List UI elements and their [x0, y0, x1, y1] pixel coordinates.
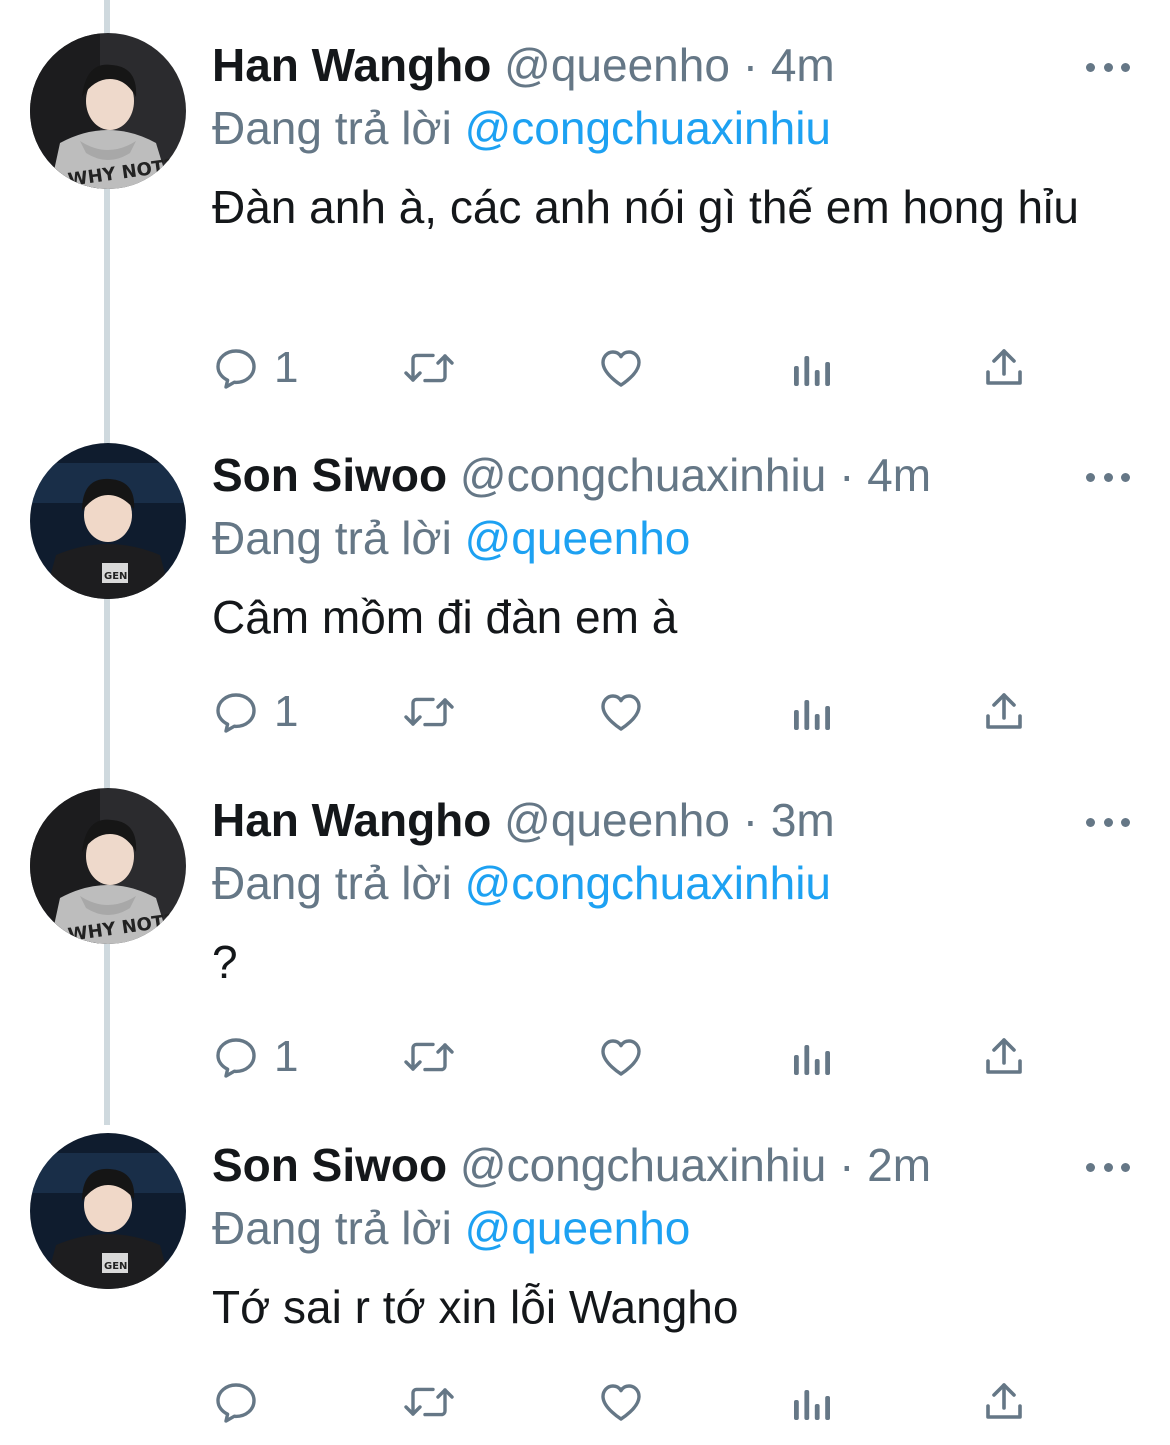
replying-mention[interactable]: @queenho — [465, 1202, 691, 1254]
share-icon — [986, 1383, 1022, 1419]
reply-button[interactable]: 1 — [212, 338, 298, 398]
share-icon — [986, 349, 1022, 385]
display-name[interactable]: Han Wangho — [212, 39, 491, 91]
replying-prefix: Đang trả lời — [212, 1202, 452, 1254]
retweet-icon — [404, 1042, 454, 1072]
share-button[interactable] — [980, 682, 1028, 742]
avatar[interactable]: GEN — [30, 1133, 186, 1289]
views-icon — [794, 356, 830, 386]
more-icon[interactable] — [1086, 815, 1130, 829]
reply-button[interactable]: 1 — [212, 1027, 298, 1087]
retweet-button[interactable] — [400, 682, 458, 742]
more-icon[interactable] — [1086, 60, 1130, 74]
retweet-icon — [404, 1387, 454, 1417]
like-icon — [601, 1384, 641, 1421]
tweet-text: Câm mồm đi đàn em à — [212, 591, 678, 643]
avatar[interactable]: GEN — [30, 443, 186, 599]
views-icon — [794, 700, 830, 730]
tweet-header: Son Siwoo @congchuaxinhiu · 2m — [212, 1136, 931, 1194]
user-handle[interactable]: @queenho — [504, 794, 730, 846]
reply-icon — [216, 1038, 256, 1078]
display-name[interactable]: Son Siwoo — [212, 449, 447, 501]
reply-icon — [216, 349, 256, 389]
separator-dot: · — [839, 1139, 855, 1191]
replying-prefix: Đang trả lời — [212, 857, 452, 909]
replying-to: Đang trả lời @queenho — [212, 508, 690, 568]
views-button[interactable] — [790, 1027, 834, 1087]
timestamp[interactable]: 2m — [867, 1139, 931, 1191]
tweet-header: Han Wangho @queenho · 4m — [212, 36, 835, 94]
tweet-header: Son Siwoo @congchuaxinhiu · 4m — [212, 446, 931, 504]
views-button[interactable] — [790, 1372, 834, 1432]
more-icon[interactable] — [1086, 1160, 1130, 1174]
like-button[interactable] — [596, 1027, 646, 1087]
share-icon — [986, 1038, 1022, 1074]
separator-dot: · — [742, 39, 759, 91]
like-icon — [601, 1039, 641, 1076]
replying-mention[interactable]: @congchuaxinhiu — [465, 102, 831, 154]
tweet-header: Han Wangho @queenho · 3m — [212, 791, 835, 849]
like-button[interactable] — [596, 338, 646, 398]
display-name[interactable]: Son Siwoo — [212, 1139, 447, 1191]
avatar[interactable]: WHY NOT?! — [30, 788, 186, 944]
reply-count: 1 — [274, 343, 299, 392]
user-handle[interactable]: @congchuaxinhiu — [460, 449, 826, 501]
like-icon — [601, 694, 641, 731]
reply-button[interactable] — [212, 1372, 274, 1432]
replying-mention[interactable]: @queenho — [465, 512, 691, 564]
replying-to: Đang trả lời @congchuaxinhiu — [212, 98, 831, 158]
share-icon — [986, 693, 1022, 729]
tweet-text: ? — [212, 936, 238, 988]
svg-text:GEN: GEN — [104, 1261, 127, 1272]
separator-dot: · — [839, 449, 855, 501]
reply-icon — [216, 693, 256, 733]
retweet-button[interactable] — [400, 338, 458, 398]
tweet-text: Đàn anh à, các anh nói gì thế em hong hỉ… — [212, 181, 1079, 233]
retweet-icon — [404, 353, 454, 383]
replying-to: Đang trả lời @congchuaxinhiu — [212, 853, 831, 913]
views-icon — [794, 1390, 830, 1420]
tweet-text: Tớ sai r tớ xin lỗi Wangho — [212, 1281, 739, 1333]
replying-mention[interactable]: @congchuaxinhiu — [465, 857, 831, 909]
display-name[interactable]: Han Wangho — [212, 794, 491, 846]
retweet-button[interactable] — [400, 1372, 458, 1432]
views-button[interactable] — [790, 338, 834, 398]
views-button[interactable] — [790, 682, 834, 742]
separator-dot: · — [742, 794, 759, 846]
user-handle[interactable]: @queenho — [504, 39, 730, 91]
retweet-button[interactable] — [400, 1027, 458, 1087]
action-bar: 1 — [0, 1027, 1170, 1087]
timestamp[interactable]: 4m — [771, 39, 835, 91]
user-handle[interactable]: @congchuaxinhiu — [460, 1139, 826, 1191]
like-button[interactable] — [596, 682, 646, 742]
replying-prefix: Đang trả lời — [212, 512, 452, 564]
like-icon — [601, 350, 641, 387]
reply-icon — [216, 1383, 256, 1423]
views-icon — [794, 1045, 830, 1075]
share-button[interactable] — [980, 1372, 1028, 1432]
reply-count: 1 — [274, 1032, 299, 1081]
like-button[interactable] — [596, 1372, 646, 1432]
retweet-icon — [404, 697, 454, 727]
avatar[interactable]: WHY NOT?! — [30, 33, 186, 189]
timestamp[interactable]: 4m — [867, 449, 931, 501]
svg-text:GEN: GEN — [104, 571, 127, 582]
timestamp[interactable]: 3m — [771, 794, 835, 846]
action-bar: 1 — [0, 338, 1170, 398]
share-button[interactable] — [980, 1027, 1028, 1087]
more-icon[interactable] — [1086, 470, 1130, 484]
share-button[interactable] — [980, 338, 1028, 398]
replying-to: Đang trả lời @queenho — [212, 1198, 690, 1258]
reply-count: 1 — [274, 687, 299, 736]
action-bar — [0, 1372, 1170, 1432]
action-bar: 1 — [0, 682, 1170, 742]
replying-prefix: Đang trả lời — [212, 102, 452, 154]
reply-button[interactable]: 1 — [212, 682, 298, 742]
